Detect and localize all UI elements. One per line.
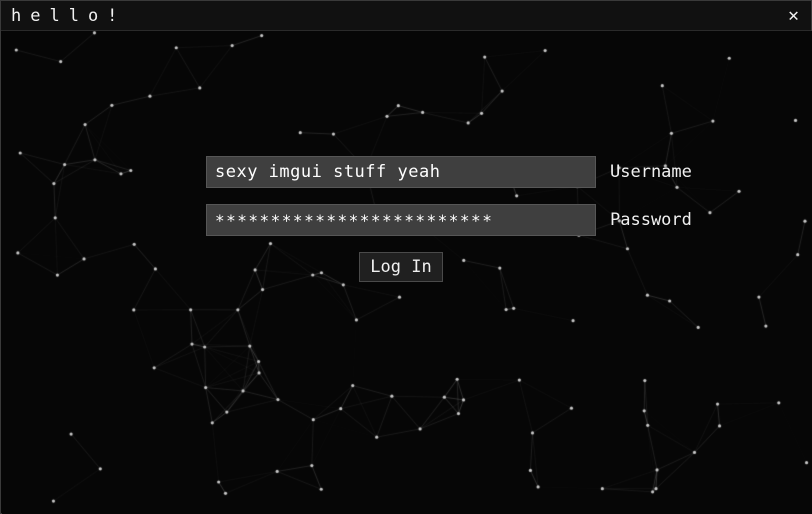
close-icon[interactable]: ✕ bbox=[786, 5, 801, 27]
login-form: Username Password Log In bbox=[206, 156, 706, 282]
password-row: Password bbox=[206, 204, 706, 236]
username-input[interactable] bbox=[206, 156, 596, 188]
window-title: hello! bbox=[11, 6, 126, 26]
login-button-row: Log In bbox=[206, 252, 596, 282]
login-button[interactable]: Log In bbox=[359, 252, 442, 282]
password-input[interactable] bbox=[206, 204, 596, 236]
username-label: Username bbox=[610, 162, 692, 182]
titlebar[interactable]: hello! ✕ bbox=[1, 1, 811, 31]
password-label: Password bbox=[610, 210, 692, 230]
username-row: Username bbox=[206, 156, 706, 188]
app-window: hello! ✕ Username Password Log In bbox=[0, 0, 812, 514]
